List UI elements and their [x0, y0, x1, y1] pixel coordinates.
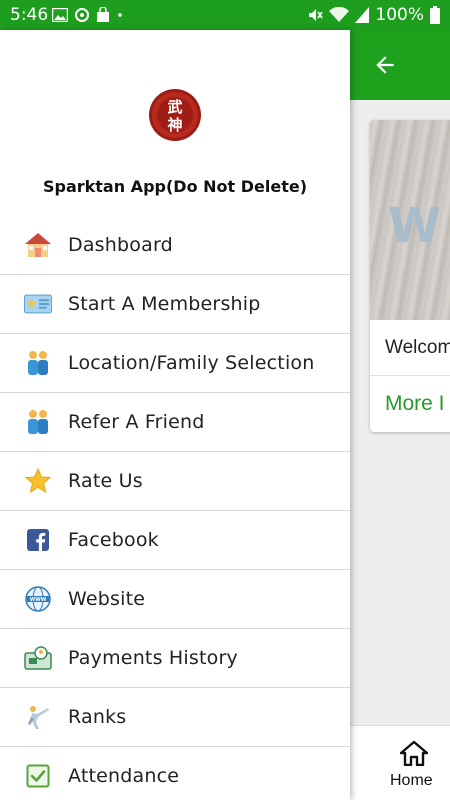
- menu-item-payments-history[interactable]: Payments History: [0, 629, 350, 688]
- menu-item-ranks[interactable]: Ranks: [0, 688, 350, 747]
- card-image-text: W: [388, 198, 441, 254]
- menu-item-label: Dashboard: [68, 234, 173, 256]
- bottom-nav: Home: [350, 725, 450, 800]
- svg-text:武: 武: [167, 98, 182, 116]
- checkbox-icon: [24, 763, 52, 789]
- menu-item-facebook[interactable]: Facebook: [0, 511, 350, 570]
- shopping-bag-icon: [97, 7, 109, 22]
- card-more-link[interactable]: More I: [385, 392, 445, 416]
- menu-item-label: Rate Us: [68, 470, 143, 492]
- status-bar: 5:46 100%: [0, 0, 450, 30]
- navigation-drawer: 武 神 Sparktan App(Do Not Delete) Dashboar…: [0, 30, 350, 800]
- payment-icon: [24, 645, 52, 671]
- wifi-icon: [329, 7, 350, 22]
- sync-icon: [75, 8, 89, 22]
- menu-item-label: Website: [68, 588, 146, 610]
- martial-arts-icon: [24, 704, 52, 730]
- mute-icon: [309, 9, 324, 21]
- home-nav-label[interactable]: Home: [390, 772, 433, 790]
- friends-icon: [24, 409, 52, 435]
- menu-item-label: Payments History: [68, 647, 238, 669]
- drawer-menu: Dashboard Start A Membership Location/Fa…: [0, 216, 350, 800]
- card-image: W: [370, 120, 450, 320]
- welcome-card[interactable]: W Welcom More I: [370, 120, 450, 432]
- menu-item-rate-us[interactable]: Rate Us: [0, 452, 350, 511]
- card-divider: [370, 375, 450, 376]
- menu-item-label: Start A Membership: [68, 293, 261, 315]
- signal-icon: [355, 7, 370, 23]
- battery-percent: 100%: [375, 5, 424, 25]
- menu-item-location-family[interactable]: Location/Family Selection: [0, 334, 350, 393]
- membership-card-icon: [24, 291, 52, 317]
- house-icon: [24, 232, 52, 258]
- image-icon: [52, 8, 68, 22]
- facebook-icon: [24, 527, 52, 553]
- status-time: 5:46: [10, 5, 49, 25]
- menu-item-label: Facebook: [68, 529, 159, 551]
- globe-icon: WWW: [24, 586, 52, 612]
- dot-icon: [118, 13, 122, 17]
- menu-item-label: Refer A Friend: [68, 411, 205, 433]
- svg-text:神: 神: [167, 116, 182, 134]
- app-name: Sparktan App(Do Not Delete): [42, 177, 308, 196]
- family-icon: [24, 350, 52, 376]
- home-icon[interactable]: [400, 740, 428, 766]
- menu-item-label: Attendance: [68, 765, 180, 787]
- app-bar: [350, 30, 450, 100]
- menu-item-website[interactable]: WWW Website: [0, 570, 350, 629]
- menu-item-label: Location/Family Selection: [68, 352, 315, 374]
- menu-item-attendance[interactable]: Attendance: [0, 747, 350, 800]
- menu-item-label: Ranks: [68, 706, 127, 728]
- menu-item-refer-friend[interactable]: Refer A Friend: [0, 393, 350, 452]
- menu-item-start-membership[interactable]: Start A Membership: [0, 275, 350, 334]
- svg-text:WWW: WWW: [30, 597, 47, 603]
- back-arrow-icon[interactable]: [372, 52, 398, 78]
- app-logo: 武 神: [149, 89, 201, 141]
- menu-item-dashboard[interactable]: Dashboard: [0, 216, 350, 275]
- card-welcome-text: Welcom: [385, 337, 450, 358]
- battery-icon: [430, 6, 440, 24]
- star-icon: [24, 468, 52, 494]
